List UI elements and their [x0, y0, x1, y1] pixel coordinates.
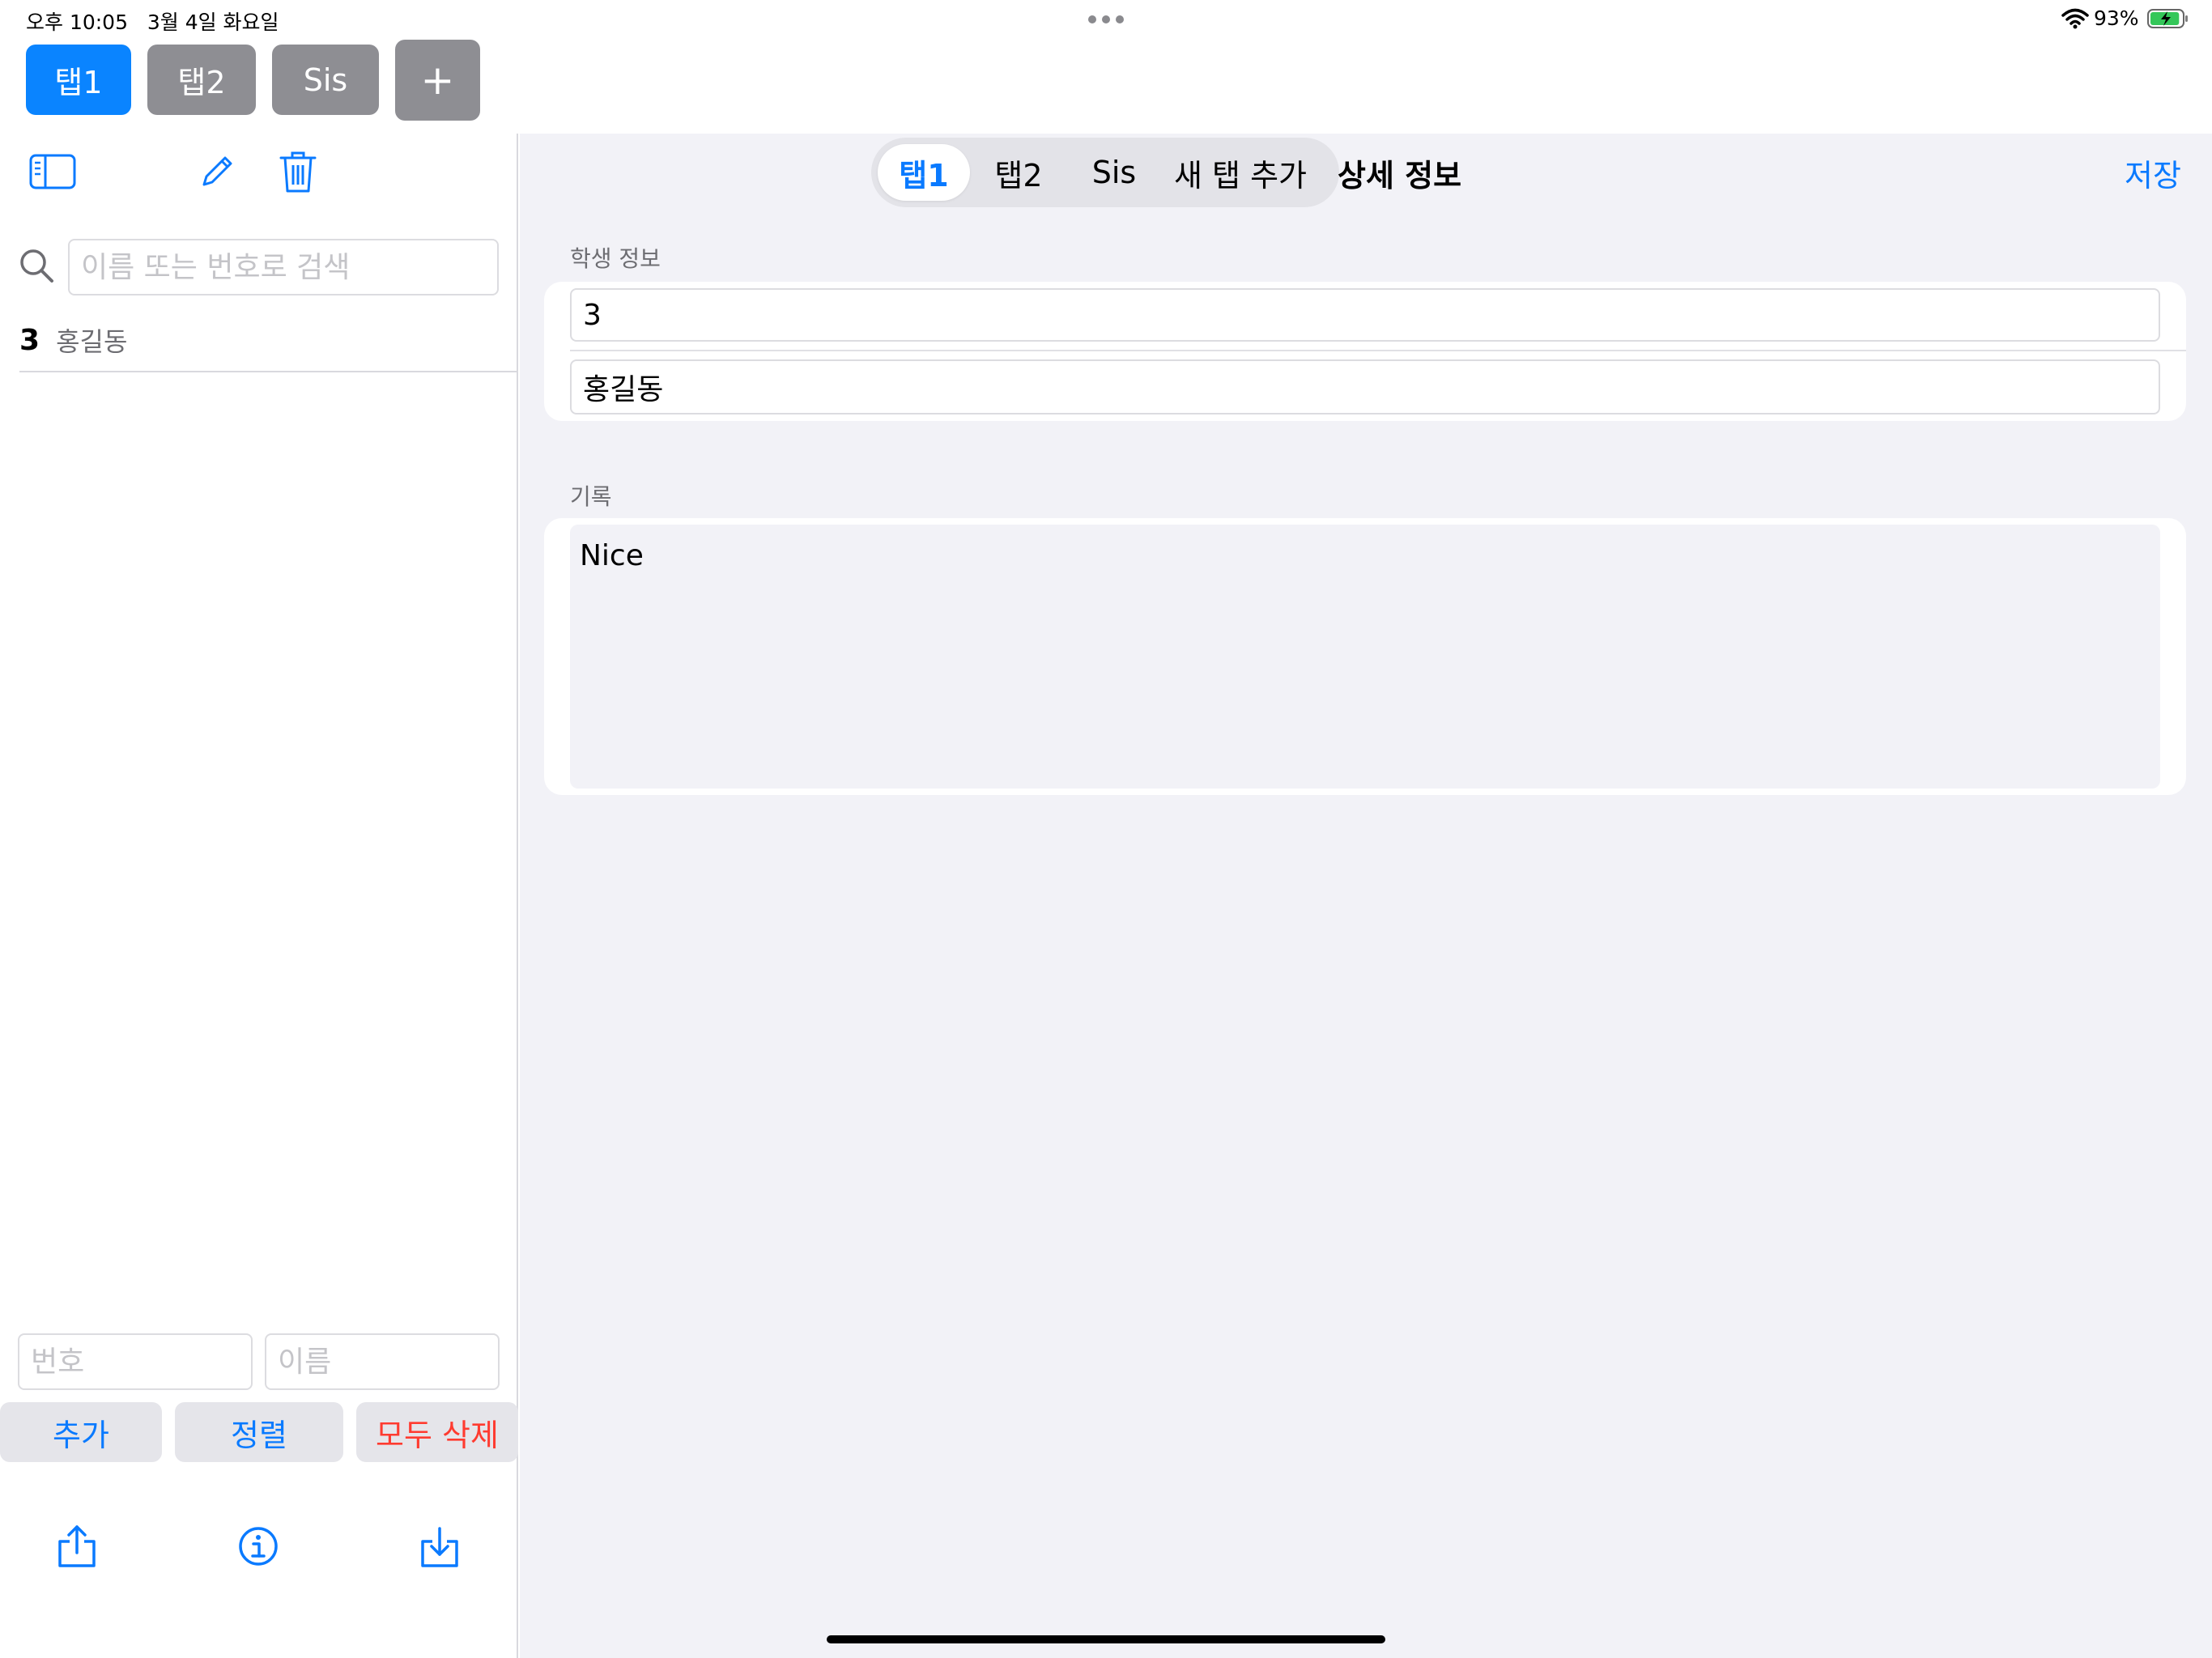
add-tab-button[interactable]: + [395, 40, 480, 121]
status-time-date: 오후 10:05 3월 4일 화요일 [26, 6, 279, 36]
top-tab-1[interactable]: 탭1 [26, 45, 131, 115]
search-input[interactable] [68, 239, 499, 295]
segment-new-tab[interactable]: 새 탭 추가 [1161, 144, 1320, 201]
top-tab-sis[interactable]: Sis [272, 45, 379, 115]
trash-icon[interactable] [279, 149, 317, 194]
student-number-field[interactable] [570, 288, 2160, 342]
segment-tab-1[interactable]: 탭1 [878, 144, 970, 201]
battery-charging-icon [2147, 9, 2188, 28]
record-header: 기록 [570, 483, 612, 510]
segment-tab-2[interactable]: 탭2 [970, 144, 1067, 201]
list-item-number: 3 [19, 323, 40, 357]
save-button[interactable]: 저장 [2125, 151, 2181, 195]
info-icon[interactable] [236, 1524, 280, 1569]
delete-all-button[interactable]: 모두 삭제 [356, 1402, 518, 1462]
segment-tab-sis[interactable]: Sis [1067, 144, 1161, 201]
search-icon [20, 249, 53, 283]
number-field[interactable] [18, 1333, 253, 1390]
home-indicator[interactable] [827, 1635, 1385, 1643]
pencil-icon[interactable] [199, 154, 235, 189]
add-button[interactable]: 추가 [0, 1402, 162, 1462]
list-item-name: 홍길동 [56, 326, 128, 357]
name-field[interactable] [265, 1333, 500, 1390]
battery-percent: 93% [2094, 6, 2139, 30]
share-icon[interactable] [55, 1524, 99, 1569]
record-text-area[interactable]: Nice [570, 525, 2160, 789]
download-icon[interactable] [418, 1524, 462, 1569]
student-name-field[interactable] [570, 359, 2160, 414]
multitasking-dots-icon[interactable] [1088, 13, 1124, 26]
top-tab-2[interactable]: 탭2 [147, 45, 256, 115]
divider [570, 350, 2186, 351]
segmented-tabs: 탭1 탭2 Sis 새 탭 추가 [871, 138, 1339, 207]
sort-button[interactable]: 정렬 [175, 1402, 343, 1462]
list-item[interactable]: 3 홍길동 [19, 309, 518, 372]
status-date: 3월 4일 화요일 [147, 11, 279, 34]
status-time: 오후 10:05 [26, 11, 128, 34]
student-info-header: 학생 정보 [570, 245, 661, 272]
wifi-icon [2061, 8, 2089, 29]
page-title: 상세 정보 [1338, 158, 1462, 193]
sidebar-toggle-icon[interactable] [29, 154, 76, 189]
